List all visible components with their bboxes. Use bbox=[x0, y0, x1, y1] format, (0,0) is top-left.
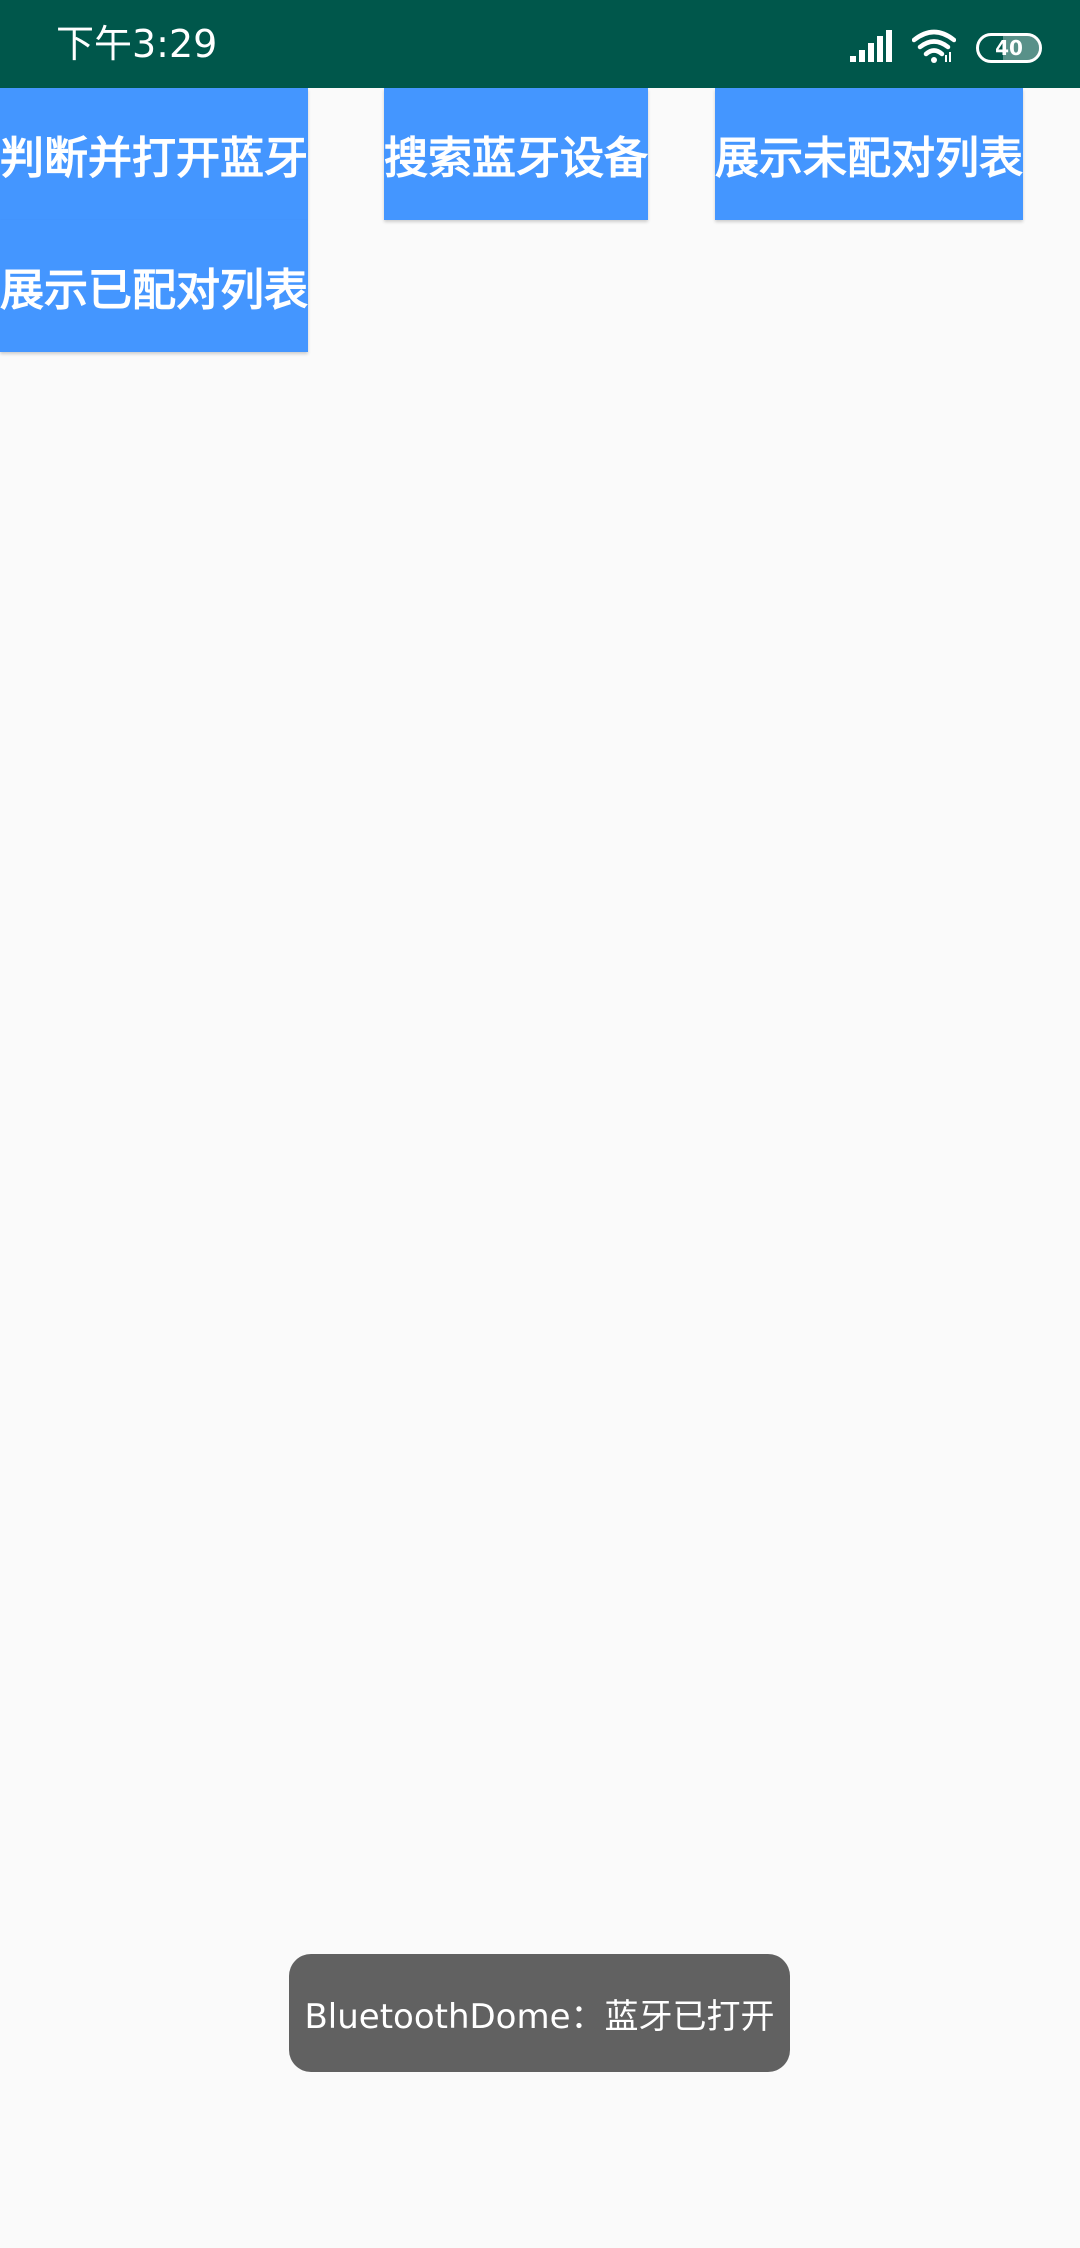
show-unpaired-list-button[interactable]: 展示未配对列表 bbox=[715, 88, 1023, 220]
app-screen: 下午3:29 40 判断并打开蓝牙 搜索蓝牙设备 展示未配对列表 展示已配对列表… bbox=[0, 0, 1080, 2248]
status-icons: 40 bbox=[850, 28, 1042, 68]
wifi-icon bbox=[911, 29, 957, 67]
status-bar: 下午3:29 40 bbox=[0, 0, 1080, 88]
toast-message: BluetoothDome：蓝牙已打开 bbox=[289, 1954, 790, 2072]
battery-level: 40 bbox=[995, 36, 1023, 60]
toast-text: BluetoothDome：蓝牙已打开 bbox=[304, 1996, 775, 2037]
status-time: 下午3:29 bbox=[56, 22, 218, 66]
check-open-bluetooth-button[interactable]: 判断并打开蓝牙 bbox=[0, 88, 308, 220]
signal-icon bbox=[850, 30, 892, 66]
battery-icon: 40 bbox=[976, 33, 1042, 63]
show-paired-list-button[interactable]: 展示已配对列表 bbox=[0, 220, 308, 352]
search-devices-button[interactable]: 搜索蓝牙设备 bbox=[384, 88, 648, 220]
